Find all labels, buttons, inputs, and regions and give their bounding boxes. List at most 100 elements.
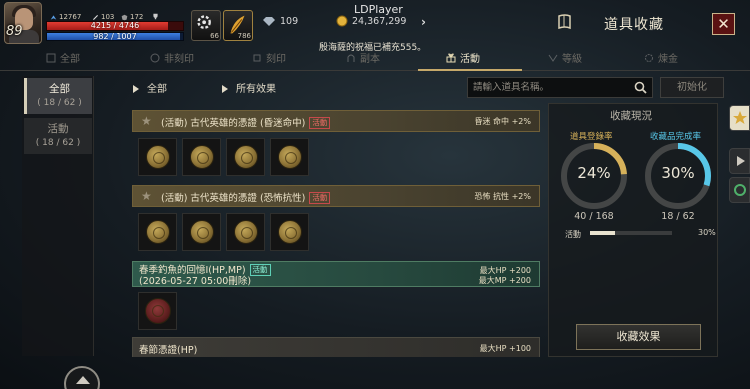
hero-token-icon [190, 220, 214, 244]
side-play-button[interactable] [729, 148, 750, 174]
level-icon [548, 54, 558, 62]
reset-button[interactable]: 初始化 [660, 77, 724, 98]
category-progress-label: 活動 [565, 230, 581, 239]
collection-entry-header[interactable]: ★ (活動) 古代英雄的憑證 (恐怖抗性) 活動 恐怖 抗性 +2% [132, 185, 540, 207]
collection-entry-title: 春節憑證(HP) [139, 345, 198, 356]
all-icon [46, 53, 56, 62]
quick-slot-2[interactable]: 786 [223, 10, 253, 41]
search-icon[interactable] [634, 81, 647, 94]
mp-text: 982 / 1007 [93, 32, 137, 41]
subcategory-event-label: 活動 [47, 123, 69, 135]
collection-entry-header[interactable]: ★ (活動) 古代英雄的憑證 (昏迷命中) 活動 昏迷 命中 +2% [132, 110, 540, 132]
hp-text: 4215 / 4746 [90, 21, 140, 30]
slot-2-count: 786 [237, 32, 251, 40]
subcategory-all-label: 全部 [49, 83, 70, 95]
favorite-star-icon[interactable]: ★ [141, 114, 152, 128]
shield-slash-icon [150, 53, 160, 62]
item-slot[interactable] [226, 138, 265, 176]
item-slot[interactable] [182, 213, 221, 251]
top-hud: 89 12767 103 172 4215 / 4746 982 / 1007 … [0, 0, 750, 53]
stat-defense: 103 [92, 13, 114, 21]
character-level: 89 [6, 24, 23, 39]
side-favorites-button[interactable] [729, 105, 750, 131]
tab-non-engraved[interactable]: 非刻印 [150, 50, 194, 65]
category-progress-bar [590, 231, 672, 235]
hero-token-icon [146, 220, 170, 244]
trophy-icon [153, 13, 158, 20]
gold-coin-icon [336, 15, 348, 27]
hero-token-icon [278, 145, 302, 169]
hero-token-icon [190, 145, 214, 169]
sword-icon [93, 14, 98, 20]
item-slot[interactable] [270, 138, 309, 176]
effect-dropdown[interactable]: 所有效果 [222, 80, 276, 95]
stamp-icon [253, 54, 261, 61]
event-badge: 活動 [309, 117, 331, 129]
swirl-icon [734, 184, 746, 196]
tab-engraved[interactable]: 刻印 [252, 50, 286, 65]
favorite-star-icon[interactable]: ★ [141, 189, 152, 203]
search-input[interactable] [468, 78, 628, 97]
collection-effect-button[interactable]: 收藏效果 [576, 324, 701, 350]
tab-event[interactable]: 活動 [446, 50, 480, 65]
subcategory-all[interactable]: 全部 ( 18 / 62 ) [24, 78, 92, 114]
page-title: 道具收藏 [604, 17, 664, 33]
currency-arrow-button[interactable]: › [421, 15, 426, 29]
diamond-icon [263, 17, 275, 26]
dropdown-arrow-icon [222, 85, 228, 93]
collection-completion-count: 18 / 62 [661, 211, 695, 222]
hero-token-icon [234, 145, 258, 169]
stat-resist: 172 [121, 13, 143, 21]
active-tab-indicator [418, 69, 522, 71]
quick-slot-1[interactable]: 66 [191, 10, 221, 41]
stat-trophy [152, 13, 159, 20]
alchemy-icon [645, 53, 653, 62]
subcategory-event-count: ( 18 / 62 ) [35, 138, 81, 148]
gold-amount: 24,367,299 [352, 16, 407, 27]
collection-effect: 最大HP +100 [479, 344, 531, 353]
collection-entry-title: (活動) 古代英雄的憑證 (恐怖抗性) 活動 [161, 190, 331, 204]
item-slot[interactable] [138, 138, 177, 176]
item-slot[interactable] [138, 213, 177, 251]
subcategory-list: 全部 ( 18 / 62 ) 活動 ( 18 / 62 ) [22, 76, 94, 356]
hero-token-icon [234, 220, 258, 244]
item-slot[interactable] [226, 213, 265, 251]
gift-icon [446, 52, 456, 62]
close-button[interactable]: ✕ [712, 13, 735, 35]
item-slot[interactable] [138, 292, 177, 330]
event-badge: 活動 [309, 192, 331, 204]
item-slot[interactable] [270, 213, 309, 251]
category-progress-percent: 30% [698, 228, 716, 237]
play-icon [737, 156, 745, 166]
collection-effect: 昏迷 命中 +2% [474, 117, 531, 126]
item-registration-percent: 24% [577, 164, 611, 182]
category-tabs: 全部 非刻印 刻印 副本 活動 等級 煉金 [0, 48, 750, 70]
diamond-amount: 109 [280, 16, 299, 27]
wing-icon [50, 14, 57, 20]
item-slot[interactable] [182, 138, 221, 176]
subcategory-event[interactable]: 活動 ( 18 / 62 ) [24, 118, 92, 154]
tab-dungeon[interactable]: 副本 [346, 50, 380, 65]
arrow-up-icon [76, 376, 90, 384]
tab-alchemy[interactable]: 煉金 [644, 50, 678, 65]
fishing-seal-icon [145, 298, 171, 324]
hero-token-icon [278, 220, 302, 244]
emulator-title: LDPlayer [354, 3, 403, 16]
event-badge: 活動 [249, 264, 271, 276]
tabs-divider [0, 70, 750, 71]
slot-1-count: 66 [210, 32, 219, 40]
collection-effect-mp: 最大MP +200 [478, 276, 531, 285]
search-box [467, 77, 653, 98]
tab-level[interactable]: 等級 [548, 50, 582, 65]
grade-dropdown[interactable]: 全部 [133, 80, 167, 95]
gate-icon [347, 54, 355, 62]
hero-token-icon [146, 145, 170, 169]
tab-all[interactable]: 全部 [46, 50, 80, 65]
side-emulator-button[interactable] [729, 177, 750, 203]
expand-menu-button[interactable] [64, 366, 100, 389]
item-registration-count: 40 / 168 [574, 211, 614, 222]
collection-entry-header[interactable]: 春節憑證(HP) 最大HP +100 [132, 337, 540, 357]
collection-entry-title: 春季釣魚的回憶I(HP,MP) 活動 (2026-05-27 05:00刪除) [139, 264, 271, 287]
subcategory-all-count: ( 18 / 62 ) [37, 98, 82, 108]
collection-entry-header[interactable]: 春季釣魚的回憶I(HP,MP) 活動 (2026-05-27 05:00刪除) 最… [132, 261, 540, 287]
